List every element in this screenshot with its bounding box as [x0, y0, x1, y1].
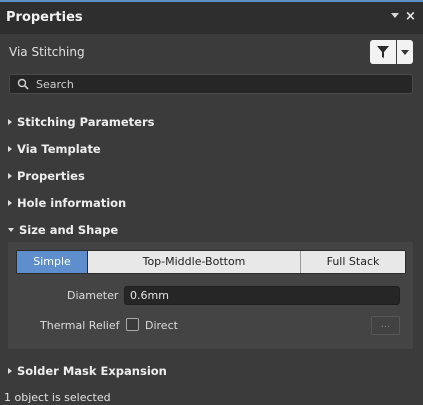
section-properties[interactable]: Properties	[8, 169, 85, 183]
shape-mode-toggle: Simple Top-Middle-Bottom Full Stack	[16, 250, 406, 274]
section-label: Size and Shape	[19, 223, 119, 237]
collapse-arrow-icon	[8, 228, 14, 232]
direct-label: Direct	[145, 319, 178, 332]
pin-dropdown-icon[interactable]	[391, 13, 399, 18]
section-label: Solder Mask Expansion	[17, 364, 167, 378]
status-bar-text: 1 object is selected	[4, 391, 111, 404]
expand-arrow-icon	[8, 173, 12, 179]
panel-title-bar[interactable]: Properties ×	[0, 0, 423, 34]
thermal-relief-label: Thermal Relief	[40, 319, 120, 332]
section-size-and-shape[interactable]: Size and Shape	[8, 223, 118, 237]
tab-top-middle-bottom[interactable]: Top-Middle-Bottom	[88, 251, 301, 273]
section-via-template[interactable]: Via Template	[8, 142, 101, 156]
section-stitching-parameters[interactable]: Stitching Parameters	[8, 115, 155, 129]
section-solder-mask-expansion[interactable]: Solder Mask Expansion	[8, 364, 167, 378]
direct-checkbox[interactable]	[126, 318, 139, 331]
diameter-value: 0.6mm	[130, 289, 169, 302]
section-hole-information[interactable]: Hole information	[8, 196, 126, 210]
expand-arrow-icon	[8, 119, 12, 125]
filter-dropdown-button[interactable]	[397, 40, 413, 64]
filter-button[interactable]	[370, 40, 396, 64]
close-icon[interactable]: ×	[405, 9, 416, 24]
search-input[interactable]: Search	[9, 74, 413, 94]
section-label: Stitching Parameters	[17, 115, 155, 129]
filter-icon	[377, 46, 389, 58]
section-label: Properties	[17, 169, 85, 183]
diameter-field[interactable]: 0.6mm	[124, 286, 400, 305]
expand-arrow-icon	[8, 368, 12, 374]
chevron-down-icon	[401, 50, 409, 55]
expand-arrow-icon	[8, 200, 12, 206]
panel-title: Properties	[6, 10, 83, 25]
expand-arrow-icon	[8, 146, 12, 152]
tab-simple[interactable]: Simple	[17, 251, 88, 273]
tab-full-stack[interactable]: Full Stack	[301, 251, 405, 273]
search-placeholder: Search	[36, 78, 74, 91]
diameter-label: Diameter	[67, 289, 119, 302]
thermal-relief-options-button[interactable]: ...	[371, 316, 400, 335]
search-icon	[17, 78, 29, 90]
object-type-label: Via Stitching	[9, 45, 85, 59]
section-label: Via Template	[17, 142, 101, 156]
properties-panel: Properties × Via Stitching Search Stitch…	[0, 0, 423, 405]
section-label: Hole information	[17, 196, 127, 210]
